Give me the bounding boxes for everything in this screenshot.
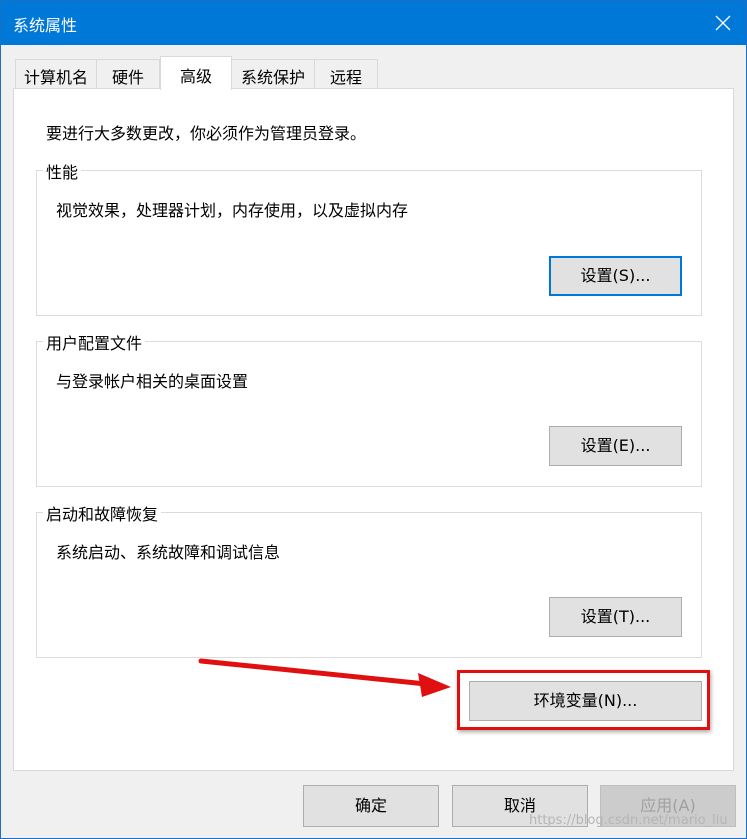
tab-remote[interactable]: 远程 <box>314 59 378 88</box>
tab-computer-name[interactable]: 计算机名 <box>15 59 97 88</box>
user-profiles-settings-button[interactable]: 设置(E)... <box>549 426 682 466</box>
tab-hardware[interactable]: 硬件 <box>96 59 160 88</box>
tab-label: 高级 <box>179 67 212 86</box>
startup-recovery-legend: 启动和故障恢复 <box>43 501 162 525</box>
user-profiles-legend: 用户配置文件 <box>43 330 146 354</box>
environment-variables-button[interactable]: 环境变量(N)... <box>469 681 702 721</box>
performance-group: 性能 视觉效果，处理器计划，内存使用，以及虚拟内存 设置(S)... <box>36 159 702 316</box>
user-profiles-group: 用户配置文件 与登录帐户相关的桌面设置 设置(E)... <box>36 330 702 487</box>
tab-label: 系统保护 <box>240 68 305 87</box>
admin-note: 要进行大多数更改，你必须作为管理员登录。 <box>46 124 367 143</box>
performance-legend: 性能 <box>43 159 82 183</box>
ok-button[interactable]: 确定 <box>303 785 439 827</box>
button-label: 环境变量(N)... <box>533 691 638 710</box>
system-properties-window: 系统属性 计算机名 硬件 高级 系统保护 远程 要进行大多数更改，你必须作为管理… <box>0 0 747 839</box>
startup-recovery-group: 启动和故障恢复 系统启动、系统故障和调试信息 设置(T)... <box>36 501 702 658</box>
watermark: https://blog.csdn.net/mario_liu <box>529 813 728 828</box>
tab-system-protection[interactable]: 系统保护 <box>231 59 315 88</box>
startup-recovery-description: 系统启动、系统故障和调试信息 <box>56 543 281 562</box>
button-label: 确定 <box>354 796 387 815</box>
performance-description: 视觉效果，处理器计划，内存使用，以及虚拟内存 <box>56 201 409 220</box>
tab-advanced[interactable]: 高级 <box>160 56 232 90</box>
startup-recovery-settings-button[interactable]: 设置(T)... <box>549 597 682 637</box>
button-label: 设置(T)... <box>580 607 651 626</box>
tab-label: 远程 <box>329 68 362 87</box>
window-title: 系统属性 <box>13 16 78 35</box>
user-profiles-description: 与登录帐户相关的桌面设置 <box>56 372 249 391</box>
close-button[interactable] <box>700 1 746 45</box>
performance-settings-button[interactable]: 设置(S)... <box>549 256 682 296</box>
tab-label: 计算机名 <box>23 68 88 87</box>
title-bar: 系统属性 <box>1 1 746 45</box>
close-icon <box>715 15 731 31</box>
button-label: 设置(S)... <box>580 266 651 285</box>
advanced-tab-panel: 要进行大多数更改，你必须作为管理员登录。 性能 视觉效果，处理器计划，内存使用，… <box>13 88 734 771</box>
button-label: 设置(E)... <box>580 436 651 455</box>
tab-label: 硬件 <box>111 68 144 87</box>
